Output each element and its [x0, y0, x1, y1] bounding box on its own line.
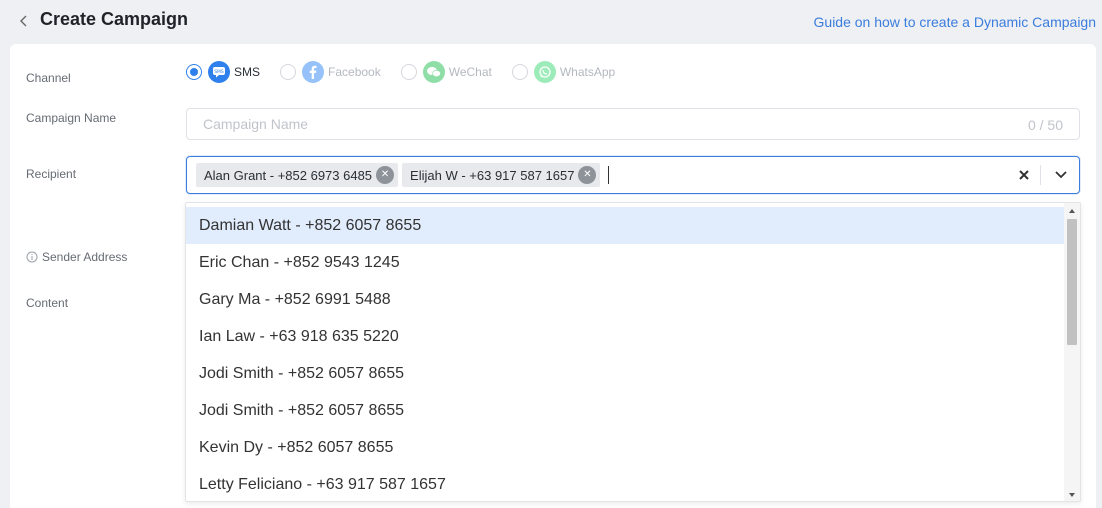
dropdown-option[interactable]: Gary Ma - +852 6991 5488 [186, 281, 1064, 318]
campaign-name-label: Campaign Name [26, 111, 117, 125]
sender-address-label-text: Sender Address [42, 250, 128, 264]
scrollbar-thumb[interactable] [1067, 219, 1077, 345]
page-title: Create Campaign [40, 9, 189, 29]
recipient-label: Recipient [26, 167, 77, 181]
dropdown-option[interactable]: Damian Watt - +852 6057 8655 [186, 207, 1064, 244]
dropdown-option[interactable]: Jodi Smith - +852 6057 8655 [186, 392, 1064, 429]
chip-remove-icon[interactable]: ✕ [376, 166, 395, 184]
recipient-chip: Alan Grant - +852 6973 6485 ✕ [196, 163, 399, 187]
dropdown-scrollbar[interactable] [1064, 203, 1080, 501]
chip-remove-icon[interactable]: ✕ [578, 166, 597, 184]
character-counter: 0 / 50 [1027, 117, 1063, 133]
text-cursor[interactable] [608, 166, 610, 184]
clear-all-button[interactable] [1015, 166, 1033, 184]
channel-label-text: Facebook [328, 65, 381, 79]
top-bar: Create Campaign Guide on how to create a… [0, 0, 1102, 44]
channel-option-wechat[interactable]: WeChat [400, 61, 492, 83]
scroll-down-arrow-icon[interactable] [1068, 491, 1076, 499]
svg-text:SMS: SMS [214, 69, 224, 75]
channel-label-text: WhatsApp [559, 65, 616, 79]
radio-button[interactable] [511, 64, 528, 80]
dropdown-option[interactable]: Kevin Dy - +852 6057 8655 [186, 429, 1064, 466]
whatsapp-icon [533, 61, 556, 83]
campaign-name-input[interactable] [187, 109, 1007, 139]
campaign-name-field[interactable]: 0 / 50 [186, 108, 1080, 140]
channel-label: Channel [26, 71, 71, 85]
chevron-left-icon [20, 15, 27, 27]
info-icon [26, 251, 38, 263]
scroll-up-arrow-icon[interactable] [1068, 207, 1076, 215]
dropdown-option[interactable]: Letty Feliciano - +63 917 587 1657 [186, 466, 1064, 501]
sender-address-label: Sender Address [26, 250, 127, 264]
channel-label-text: SMS [234, 65, 261, 79]
facebook-icon [302, 61, 325, 83]
channel-option-whatsapp[interactable]: WhatsApp [511, 61, 616, 83]
channel-option-facebook[interactable]: Facebook [280, 61, 381, 83]
guide-link[interactable]: Guide on how to create a Dynamic Campaig… [814, 14, 1096, 30]
radio-button[interactable] [186, 64, 202, 80]
recipient-dropdown-menu: Damian Watt - +852 6057 8655 Eric Chan -… [185, 202, 1081, 502]
radio-button[interactable] [280, 64, 297, 80]
wechat-icon [422, 61, 445, 83]
channel-label-text: WeChat [448, 65, 492, 79]
chip-label: Elijah W - +63 917 587 1657 [410, 167, 575, 183]
close-icon [1019, 170, 1029, 180]
recipient-chip: Elijah W - +63 917 587 1657 ✕ [402, 163, 601, 187]
chevron-down-icon [1055, 171, 1067, 179]
recipient-select[interactable]: Alan Grant - +852 6973 6485 ✕ Elijah W -… [186, 156, 1080, 194]
back-button[interactable] [14, 10, 34, 32]
recipient-chips: Alan Grant - +852 6973 6485 ✕ Elijah W -… [196, 163, 610, 187]
channel-option-sms[interactable]: SMS SMS [186, 61, 260, 83]
dropdown-option[interactable]: Jodi Smith - +852 6057 8655 [186, 355, 1064, 392]
channel-radio-group: SMS SMS Facebook WeChat WhatsApp [186, 60, 635, 84]
select-divider [1040, 165, 1041, 185]
radio-button[interactable] [400, 64, 417, 80]
content-label: Content [26, 296, 69, 310]
dropdown-option[interactable]: Ian Law - +63 918 635 5220 [186, 318, 1064, 355]
dropdown-toggle-button[interactable] [1051, 166, 1071, 184]
chip-label: Alan Grant - +852 6973 6485 [204, 167, 373, 183]
dropdown-option[interactable]: Eric Chan - +852 9543 1245 [186, 244, 1064, 281]
sms-icon: SMS [208, 61, 230, 83]
